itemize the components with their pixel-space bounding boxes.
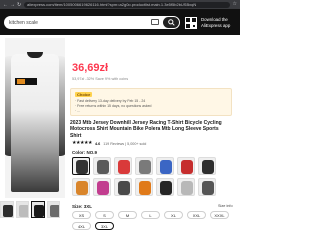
- size-option-selected[interactable]: 3XL: [95, 222, 114, 230]
- search-icon: [167, 19, 175, 26]
- color-swatch[interactable]: [156, 178, 174, 196]
- size-option[interactable]: XL: [164, 211, 183, 219]
- original-price: 53,97zł -32% Save 9% with coins: [72, 77, 129, 81]
- choice-more-line: · ...: [75, 109, 81, 113]
- gallery-thumb[interactable]: [46, 201, 60, 218]
- size-option[interactable]: L: [141, 211, 160, 219]
- search-value: kitchen scale: [9, 19, 38, 26]
- rating-meta: 119 Reviews | 5,000+ sold: [103, 141, 147, 146]
- bookmark-star-icon[interactable]: ☆: [233, 2, 237, 7]
- choice-badge: Choice: [75, 92, 93, 97]
- swatch-jersey-image: [181, 160, 193, 174]
- swatch-jersey-image: [76, 160, 88, 174]
- browser-address-bar: ← → ↻ aliexpress.com/item/10050066196261…: [0, 0, 240, 9]
- swatch-jersey-image: [181, 181, 193, 195]
- color-swatch[interactable]: [72, 178, 90, 196]
- app-text-line-2: AliExpress app: [201, 22, 231, 28]
- size-options: XS S M L XL XXL XXXL 4XL 3XL: [72, 211, 232, 230]
- gallery-thumbnails: [0, 201, 60, 220]
- download-app-text[interactable]: Download the AliExpress app: [201, 17, 230, 28]
- rating-value: 4.6: [95, 141, 101, 146]
- rating-stars-icon: ★★★★★: [72, 141, 93, 146]
- swatch-jersey-image: [202, 181, 214, 195]
- color-swatch[interactable]: [198, 178, 216, 196]
- color-swatch[interactable]: [177, 178, 195, 196]
- rating-row[interactable]: ★★★★★ 4.6 119 Reviews | 5,000+ sold: [72, 141, 146, 146]
- camera-icon[interactable]: [151, 19, 159, 25]
- color-swatch[interactable]: [93, 157, 111, 175]
- choice-delivery-line: · Fast delivery 13-day delivery by Feb 1…: [75, 99, 146, 103]
- gallery-thumb[interactable]: [0, 201, 14, 218]
- size-option[interactable]: S: [95, 211, 114, 219]
- swatch-jersey-image: [118, 181, 130, 195]
- size-option[interactable]: XS: [72, 211, 91, 219]
- color-swatch[interactable]: [177, 157, 195, 175]
- gallery-thumb-selected[interactable]: [31, 201, 45, 218]
- color-swatch[interactable]: [114, 157, 132, 175]
- size-option[interactable]: XXL: [187, 211, 206, 219]
- swatch-jersey-image: [160, 160, 172, 174]
- jersey-body: [11, 54, 59, 192]
- product-main-image[interactable]: [5, 38, 65, 198]
- search-button[interactable]: [163, 17, 179, 28]
- color-swatch[interactable]: [135, 157, 153, 175]
- size-option[interactable]: XXXL: [210, 211, 229, 219]
- swatch-jersey-image: [202, 160, 214, 174]
- back-icon[interactable]: ←: [3, 2, 8, 7]
- url-field[interactable]: aliexpress.com/item/1005006619626116.htm…: [24, 1, 230, 8]
- search-input[interactable]: kitchen scale: [4, 16, 180, 29]
- size-label: Size: 3XL: [72, 204, 93, 209]
- jersey-logo-accent: [17, 79, 25, 84]
- page: ← → ↻ aliexpress.com/item/10050066196261…: [0, 0, 240, 240]
- size-option[interactable]: 4XL: [72, 222, 91, 230]
- color-swatch[interactable]: [135, 178, 153, 196]
- color-swatch[interactable]: [93, 178, 111, 196]
- app-text-line-1: Download the: [201, 17, 228, 22]
- qr-code-icon: [185, 17, 197, 29]
- choice-benefits-box[interactable]: Choice · Fast delivery 13-day delivery b…: [70, 88, 232, 116]
- color-swatch[interactable]: [156, 157, 174, 175]
- gallery-thumb[interactable]: [15, 201, 29, 218]
- size-info-link[interactable]: Size info: [218, 204, 233, 208]
- size-option[interactable]: M: [118, 211, 137, 219]
- color-swatch-grid: [72, 157, 222, 196]
- swatch-jersey-image: [97, 181, 109, 195]
- swatch-jersey-image: [76, 181, 88, 195]
- swatch-jersey-image: [160, 181, 172, 195]
- color-swatch-selected[interactable]: [72, 157, 90, 175]
- product-title: 2023 Mtb Jersey Downhill Jersey Racing T…: [70, 120, 222, 139]
- color-label: Color: NO.9: [72, 150, 98, 155]
- url-text: aliexpress.com/item/1005006619626116.htm…: [27, 2, 197, 7]
- swatch-jersey-image: [118, 160, 130, 174]
- swatch-jersey-image: [139, 160, 151, 174]
- site-header: kitchen scale Download the AliExpress ap…: [0, 9, 240, 35]
- swatch-jersey-image: [139, 181, 151, 195]
- color-swatch[interactable]: [114, 178, 132, 196]
- forward-icon[interactable]: →: [10, 2, 15, 7]
- choice-returns-line: · Free returns within 15 days, no questi…: [75, 104, 152, 108]
- reload-icon[interactable]: ↻: [17, 2, 21, 7]
- swatch-jersey-image: [97, 160, 109, 174]
- product-price: 36,69zł: [72, 62, 109, 74]
- color-swatch[interactable]: [198, 157, 216, 175]
